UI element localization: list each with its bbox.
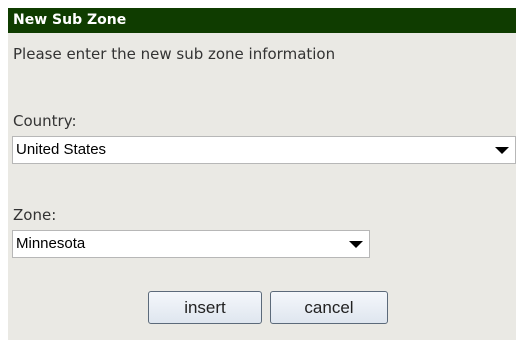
- country-select[interactable]: United States: [12, 136, 516, 164]
- new-sub-zone-panel: New Sub Zone Please enter the new sub zo…: [8, 8, 516, 340]
- country-select-value: United States: [16, 141, 107, 158]
- zone-label: Zone:: [13, 206, 57, 224]
- chevron-down-icon: [349, 241, 363, 248]
- zone-select-value: Minnesota: [16, 235, 86, 252]
- insert-button[interactable]: insert: [148, 291, 262, 324]
- country-label: Country:: [13, 112, 77, 130]
- panel-title: New Sub Zone: [8, 8, 516, 33]
- form-instructions: Please enter the new sub zone informatio…: [13, 45, 336, 63]
- chevron-down-icon: [495, 147, 509, 154]
- zone-select[interactable]: Minnesota: [12, 230, 370, 258]
- cancel-button[interactable]: cancel: [270, 291, 388, 324]
